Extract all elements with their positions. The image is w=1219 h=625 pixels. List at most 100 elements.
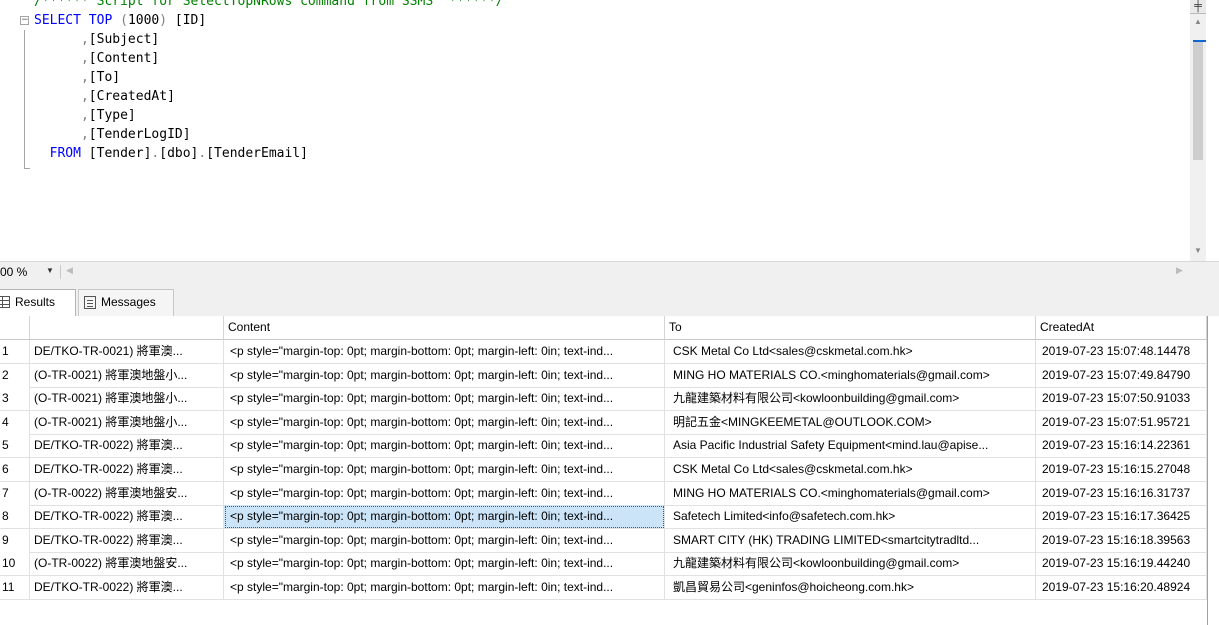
scroll-left-arrow-icon[interactable]: ◀	[66, 265, 73, 276]
createdat-column-header[interactable]: CreatedAt	[1036, 316, 1207, 340]
createdat-cell[interactable]: 2019-07-23 15:16:20.48924	[1036, 576, 1207, 600]
to-cell[interactable]: 明記五金<MINGKEEMETAL@OUTLOOK.COM>	[665, 410, 1036, 435]
to-cell[interactable]: CSK Metal Co Ltd<sales@cskmetal.com.hk>	[665, 458, 1036, 482]
to-cell[interactable]: 九龍建築材料有限公司<kowloonbuilding@gmail.com>	[665, 552, 1036, 577]
table-row[interactable]: 5 DE/TKO-TR-0022) 將軍澳... <p style="margin-…	[0, 434, 1207, 459]
content-cell[interactable]: <p style="margin-top: 0pt; margin-bottom…	[224, 528, 665, 553]
table-row[interactable]: 2 (O-TR-0021) 將軍澳地盤小... <p style="margin-t…	[0, 363, 1207, 388]
row-number-cell[interactable]: 3	[0, 387, 30, 412]
content-cell[interactable]: <p style="margin-top: 0pt; margin-bottom…	[224, 576, 665, 600]
createdat-cell[interactable]: 2019-07-23 15:07:50.91033	[1036, 387, 1207, 412]
results-grid[interactable]: Content To CreatedAt 1 DE/TKO-TR-0021) 將軍…	[0, 316, 1207, 625]
content-cell[interactable]: <p style="margin-top: 0pt; margin-bottom…	[224, 387, 665, 412]
subject-cell[interactable]: DE/TKO-TR-0021) 將軍澳...	[30, 340, 224, 364]
split-window-icon[interactable]: ╪	[1190, 0, 1206, 14]
table-row[interactable]: 6 DE/TKO-TR-0022) 將軍澳... <p style="margin-…	[0, 458, 1207, 482]
to-cell[interactable]: SMART CITY (HK) TRADING LIMITED<smartcit…	[665, 528, 1036, 553]
tab-messages[interactable]: Messages	[78, 289, 174, 316]
to-cell[interactable]: MING HO MATERIALS CO.<minghomaterials@gm…	[665, 481, 1036, 506]
row-number-cell[interactable]: 6	[0, 458, 30, 482]
subject-cell[interactable]: DE/TKO-TR-0022) 將軍澳...	[30, 528, 224, 553]
content-cell[interactable]: <p style="margin-top: 0pt; margin-bottom…	[224, 363, 665, 388]
scroll-down-arrow-icon[interactable]: ▼	[1190, 243, 1206, 259]
code-token: ,	[34, 127, 89, 142]
sql-code[interactable]: /****** Script for SelectTopNRows comman…	[0, 0, 1190, 163]
row-number-cell[interactable]: 11	[0, 576, 30, 600]
code-line[interactable]: ,[Type]	[0, 106, 1190, 125]
content-cell[interactable]: <p style="margin-top: 0pt; margin-bottom…	[224, 552, 665, 577]
content-cell[interactable]: <p style="margin-top: 0pt; margin-bottom…	[224, 340, 665, 364]
table-row[interactable]: 10 (O-TR-0022) 將軍澳地盤安... <p style="margin-…	[0, 552, 1207, 577]
subject-cell[interactable]: (O-TR-0022) 將軍澳地盤安...	[30, 552, 224, 577]
query-editor[interactable]: /****** Script for SelectTopNRows comman…	[0, 0, 1219, 261]
zoom-dropdown-icon[interactable]: ▼	[46, 266, 54, 275]
table-row[interactable]: 1 DE/TKO-TR-0021) 將軍澳... <p style="margin-…	[0, 340, 1207, 364]
subject-cell[interactable]: DE/TKO-TR-0022) 將軍澳...	[30, 505, 224, 530]
content-cell[interactable]: <p style="margin-top: 0pt; margin-bottom…	[224, 410, 665, 435]
content-cell[interactable]: <p style="margin-top: 0pt; margin-bottom…	[224, 505, 665, 530]
table-row[interactable]: 3 (O-TR-0021) 將軍澳地盤小... <p style="margin-t…	[0, 387, 1207, 412]
code-line[interactable]: FROM [Tender].[dbo].[TenderEmail]	[0, 144, 1190, 163]
scroll-up-arrow-icon[interactable]: ▲	[1190, 14, 1206, 30]
subject-cell[interactable]: (O-TR-0021) 將軍澳地盤小...	[30, 387, 224, 412]
row-number-cell[interactable]: 1	[0, 340, 30, 364]
createdat-cell[interactable]: 2019-07-23 15:16:14.22361	[1036, 434, 1207, 459]
row-number-cell[interactable]: 7	[0, 481, 30, 506]
row-number-cell[interactable]: 9	[0, 528, 30, 553]
table-row[interactable]: 7 (O-TR-0022) 將軍澳地盤安... <p style="margin-t…	[0, 481, 1207, 506]
subject-cell[interactable]: (O-TR-0021) 將軍澳地盤小...	[30, 410, 224, 435]
code-line[interactable]: ,[CreatedAt]	[0, 87, 1190, 106]
content-column-header[interactable]: Content	[224, 316, 665, 340]
zoom-level[interactable]: 00 %	[0, 265, 27, 279]
to-column-header[interactable]: To	[665, 316, 1036, 340]
row-number-cell[interactable]: 2	[0, 363, 30, 388]
table-row[interactable]: 9 DE/TKO-TR-0022) 將軍澳... <p style="margin-…	[0, 528, 1207, 553]
row-number-cell[interactable]: 8	[0, 505, 30, 530]
content-cell[interactable]: <p style="margin-top: 0pt; margin-bottom…	[224, 481, 665, 506]
content-cell[interactable]: <p style="margin-top: 0pt; margin-bottom…	[224, 458, 665, 482]
subject-cell[interactable]: (O-TR-0022) 將軍澳地盤安...	[30, 481, 224, 506]
tab-results[interactable]: Results	[0, 289, 76, 316]
createdat-cell[interactable]: 2019-07-23 15:16:15.27048	[1036, 458, 1207, 482]
editor-right-margin	[1206, 0, 1219, 261]
collapse-icon[interactable]: −	[20, 16, 29, 25]
createdat-cell[interactable]: 2019-07-23 15:16:17.36425	[1036, 505, 1207, 530]
subject-cell[interactable]: DE/TKO-TR-0022) 將軍澳...	[30, 576, 224, 600]
createdat-cell[interactable]: 2019-07-23 15:07:49.84790	[1036, 363, 1207, 388]
row-number-cell[interactable]: 5	[0, 434, 30, 459]
to-cell[interactable]: Safetech Limited<info@safetech.com.hk>	[665, 505, 1036, 530]
table-row[interactable]: 11 DE/TKO-TR-0022) 將軍澳... <p style="margin…	[0, 576, 1207, 600]
row-number-header[interactable]	[0, 316, 30, 340]
table-row[interactable]: 8 DE/TKO-TR-0022) 將軍澳... <p style="margin-…	[0, 505, 1207, 530]
code-token: ,	[34, 51, 89, 66]
table-row[interactable]: 4 (O-TR-0021) 將軍澳地盤小... <p style="margin-t…	[0, 410, 1207, 435]
subject-cell[interactable]: (O-TR-0021) 將軍澳地盤小...	[30, 363, 224, 388]
createdat-cell[interactable]: 2019-07-23 15:07:51.95721	[1036, 410, 1207, 435]
code-text: /****** Script for SelectTopNRows comman…	[34, 0, 504, 11]
createdat-cell[interactable]: 2019-07-23 15:16:19.44240	[1036, 552, 1207, 577]
editor-scroll-thumb[interactable]	[1193, 42, 1203, 160]
code-line[interactable]: ,[Content]	[0, 49, 1190, 68]
createdat-cell[interactable]: 2019-07-23 15:16:16.31737	[1036, 481, 1207, 506]
row-number-cell[interactable]: 4	[0, 410, 30, 435]
createdat-cell[interactable]: 2019-07-23 15:16:18.39563	[1036, 528, 1207, 553]
subject-column-header[interactable]	[30, 316, 224, 340]
row-number-cell[interactable]: 10	[0, 552, 30, 577]
code-line[interactable]: ,[Subject]	[0, 30, 1190, 49]
to-cell[interactable]: 凱昌貿易公司<geninfos@hoicheong.com.hk>	[665, 576, 1036, 600]
to-cell[interactable]: 九龍建築材料有限公司<kowloonbuilding@gmail.com>	[665, 387, 1036, 412]
code-line[interactable]: /****** Script for SelectTopNRows comman…	[0, 0, 1190, 11]
code-line[interactable]: SELECT TOP (1000) [ID]	[0, 11, 1190, 30]
to-cell[interactable]: Asia Pacific Industrial Safety Equipment…	[665, 434, 1036, 459]
subject-cell[interactable]: DE/TKO-TR-0022) 將軍澳...	[30, 434, 224, 459]
createdat-cell[interactable]: 2019-07-23 15:07:48.14478	[1036, 340, 1207, 364]
subject-cell[interactable]: DE/TKO-TR-0022) 將軍澳...	[30, 458, 224, 482]
content-cell[interactable]: <p style="margin-top: 0pt; margin-bottom…	[224, 434, 665, 459]
code-token: /****** Script for SelectTopNRows comman…	[34, 0, 504, 9]
to-cell[interactable]: MING HO MATERIALS CO.<minghomaterials@gm…	[665, 363, 1036, 388]
to-cell[interactable]: CSK Metal Co Ltd<sales@cskmetal.com.hk>	[665, 340, 1036, 364]
code-line[interactable]: ,[TenderLogID]	[0, 125, 1190, 144]
scroll-right-arrow-icon[interactable]: ▶	[1176, 265, 1183, 276]
code-token: [To]	[88, 70, 121, 85]
code-line[interactable]: ,[To]	[0, 68, 1190, 87]
